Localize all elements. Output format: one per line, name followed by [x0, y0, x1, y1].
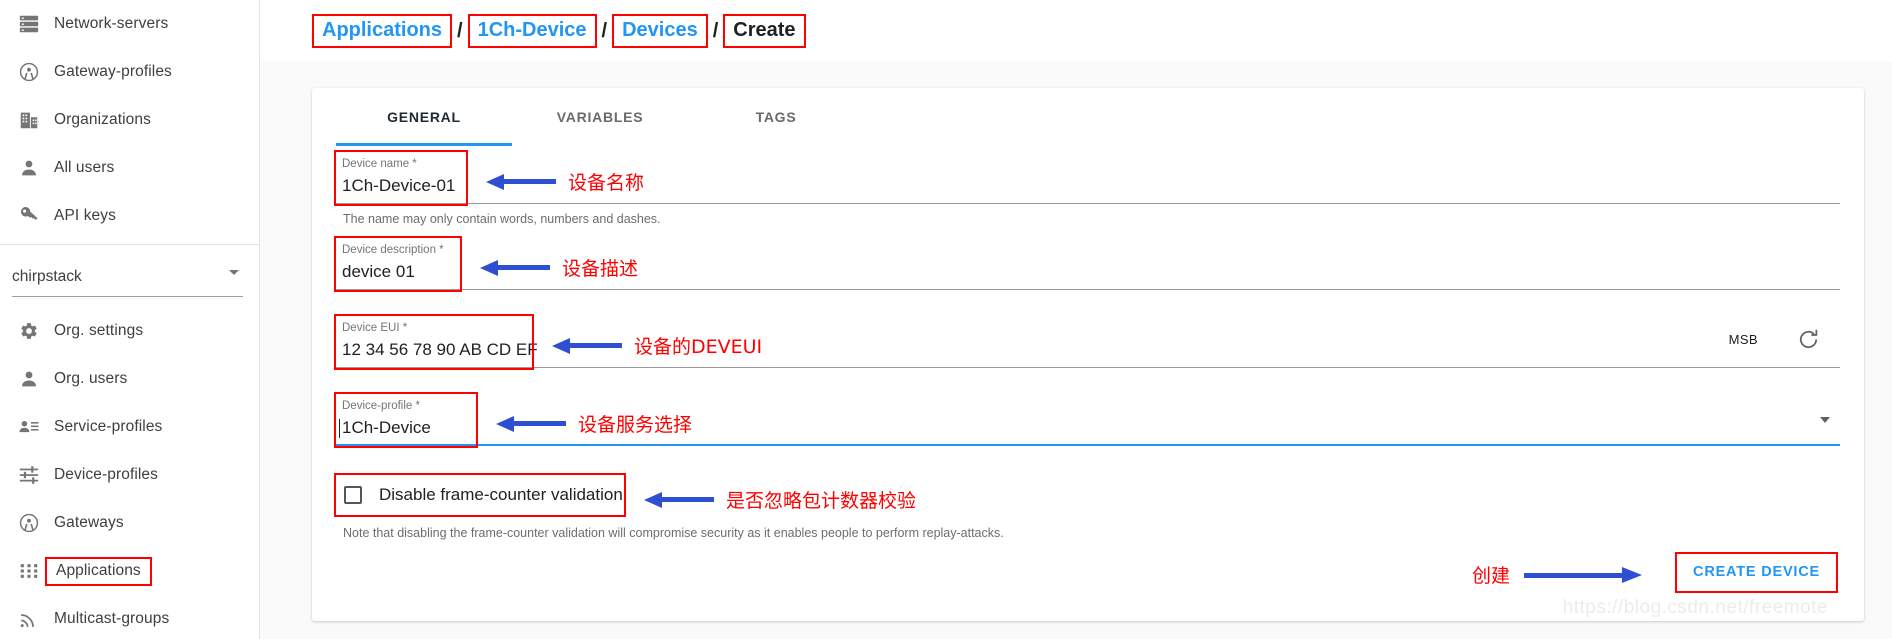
sidebar-item-applications[interactable]: Applications: [0, 547, 259, 595]
field-device-eui: Device EUI * 12 34 56 78 90 AB CD EF MSB: [334, 314, 1840, 370]
field-device-name: Device name * 1Ch-Device-01 设备名称 The nam…: [334, 150, 1840, 226]
sidebar-item-label: Org. settings: [54, 322, 144, 339]
antenna-icon: [18, 512, 54, 534]
sidebar-item-network-servers[interactable]: Network-servers: [0, 0, 259, 48]
annotation-text: 创建: [1471, 565, 1510, 587]
device-eui-label: Device EUI *: [342, 322, 408, 334]
sidebar-item-org-users[interactable]: Org. users: [0, 355, 259, 403]
disable-frame-counter-hint: Note that disabling the frame-counter va…: [343, 526, 1004, 540]
breadcrumb-item-application-name[interactable]: 1Ch-Device: [467, 14, 597, 48]
sidebar-item-label: Organizations: [54, 111, 151, 128]
broadcast-icon: [18, 608, 54, 630]
device-name-label: Device name *: [342, 158, 417, 170]
main-content: Applications / 1Ch-Device / Devices / Cr…: [260, 0, 1892, 639]
tab-bar: GENERAL VARIABLES TAGS: [312, 88, 1864, 146]
sidebar-item-service-profiles[interactable]: Service-profiles: [0, 403, 259, 451]
tab-general[interactable]: GENERAL: [336, 88, 512, 146]
app-root: Network-servers Gateway-profiles Organiz…: [0, 0, 1892, 639]
sidebar-item-org-settings[interactable]: Org. settings: [0, 307, 259, 355]
chevron-down-icon: [229, 270, 239, 275]
refresh-icon[interactable]: [1796, 327, 1822, 353]
device-name-hint: The name may only contain words, numbers…: [343, 212, 661, 226]
field-device-description: Device description * device 01 设备描述: [334, 236, 1840, 292]
disable-frame-counter-checkbox[interactable]: [344, 486, 362, 504]
organization-selector-value: chirpstack: [12, 267, 82, 285]
device-name-input[interactable]: Device name * 1Ch-Device-01: [336, 152, 1840, 204]
antenna-icon: [18, 61, 54, 83]
disable-frame-counter-row[interactable]: Disable frame-counter validation: [336, 476, 1840, 514]
sidebar-divider: [0, 244, 259, 245]
sliders-icon: [18, 464, 54, 486]
sidebar-item-label: Gateway-profiles: [54, 63, 172, 80]
sidebar-item-label: Gateways: [54, 514, 124, 531]
sidebar-item-label: Service-profiles: [54, 418, 163, 435]
device-profile-value: 1Ch-Device: [339, 418, 431, 438]
sidebar-item-label: Multicast-groups: [54, 610, 170, 627]
building-icon: [18, 109, 54, 131]
sidebar-item-label: All users: [54, 159, 115, 176]
field-disable-frame-counter: Disable frame-counter validation 是否忽略包计数…: [334, 473, 1840, 540]
device-form: Device name * 1Ch-Device-01 设备名称 The nam…: [312, 146, 1864, 540]
device-name-value: 1Ch-Device-01: [342, 176, 456, 195]
create-device-button[interactable]: CREATE DEVICE: [1675, 552, 1838, 593]
sidebar-item-organizations[interactable]: Organizations: [0, 96, 259, 144]
annotation-create: 创建: [1472, 561, 1642, 588]
device-description-label: Device description *: [342, 244, 444, 256]
sidebar-item-all-users[interactable]: All users: [0, 144, 259, 192]
breadcrumb-separator: /: [601, 19, 608, 42]
server-icon: [18, 13, 54, 35]
disable-frame-counter-label: Disable frame-counter validation: [379, 485, 623, 504]
tab-variables[interactable]: VARIABLES: [512, 88, 688, 146]
organization-selector[interactable]: chirpstack: [12, 257, 243, 297]
breadcrumb-item-devices[interactable]: Devices: [612, 14, 708, 48]
device-profile-label: Device-profile *: [342, 400, 420, 412]
device-eui-msb-label: MSB: [1728, 332, 1758, 347]
sidebar-item-label: API keys: [54, 207, 116, 224]
create-device-action-row: 创建 CREATE DEVICE: [1472, 552, 1838, 593]
watermark: https://blog.csdn.net/freemote: [1562, 597, 1828, 618]
sidebar-item-gateways[interactable]: Gateways: [0, 499, 259, 547]
device-eui-input[interactable]: Device EUI * 12 34 56 78 90 AB CD EF MSB: [336, 316, 1840, 368]
sidebar-item-gateway-profiles[interactable]: Gateway-profiles: [0, 48, 259, 96]
device-description-input[interactable]: Device description * device 01: [336, 238, 1840, 290]
sidebar-item-api-keys[interactable]: API keys: [0, 192, 259, 240]
sidebar-item-label: Applications: [45, 556, 152, 586]
device-eui-value: 12 34 56 78 90 AB CD EF: [342, 340, 538, 359]
sidebar-item-label: Device-profiles: [54, 466, 159, 483]
device-profile-select[interactable]: Device-profile * 1Ch-Device: [336, 394, 1840, 446]
breadcrumb-separator: /: [712, 19, 719, 42]
person-icon: [18, 368, 54, 390]
tab-tags[interactable]: TAGS: [688, 88, 864, 146]
device-create-card: GENERAL VARIABLES TAGS Device name * 1Ch…: [312, 88, 1864, 621]
breadcrumb-item-create: Create: [723, 14, 806, 48]
sidebar-item-device-profiles[interactable]: Device-profiles: [0, 451, 259, 499]
sidebar-item-label: Network-servers: [54, 15, 169, 32]
breadcrumb: Applications / 1Ch-Device / Devices / Cr…: [260, 0, 1892, 62]
sidebar-item-label: Org. users: [54, 370, 128, 387]
sidebar-item-multicast-groups[interactable]: Multicast-groups: [0, 595, 259, 639]
field-device-profile: Device-profile * 1Ch-Device 设备服务选择: [334, 392, 1840, 448]
person-list-icon: [18, 416, 54, 438]
key-icon: [18, 205, 54, 227]
chevron-down-icon[interactable]: [1820, 417, 1830, 423]
sidebar: Network-servers Gateway-profiles Organiz…: [0, 0, 260, 639]
breadcrumb-separator: /: [457, 19, 463, 42]
breadcrumb-item-applications[interactable]: Applications: [312, 14, 453, 48]
person-icon: [18, 157, 54, 179]
arrow-right-icon: [1524, 566, 1642, 584]
device-description-value: device 01: [342, 262, 415, 281]
gear-icon: [18, 320, 54, 342]
